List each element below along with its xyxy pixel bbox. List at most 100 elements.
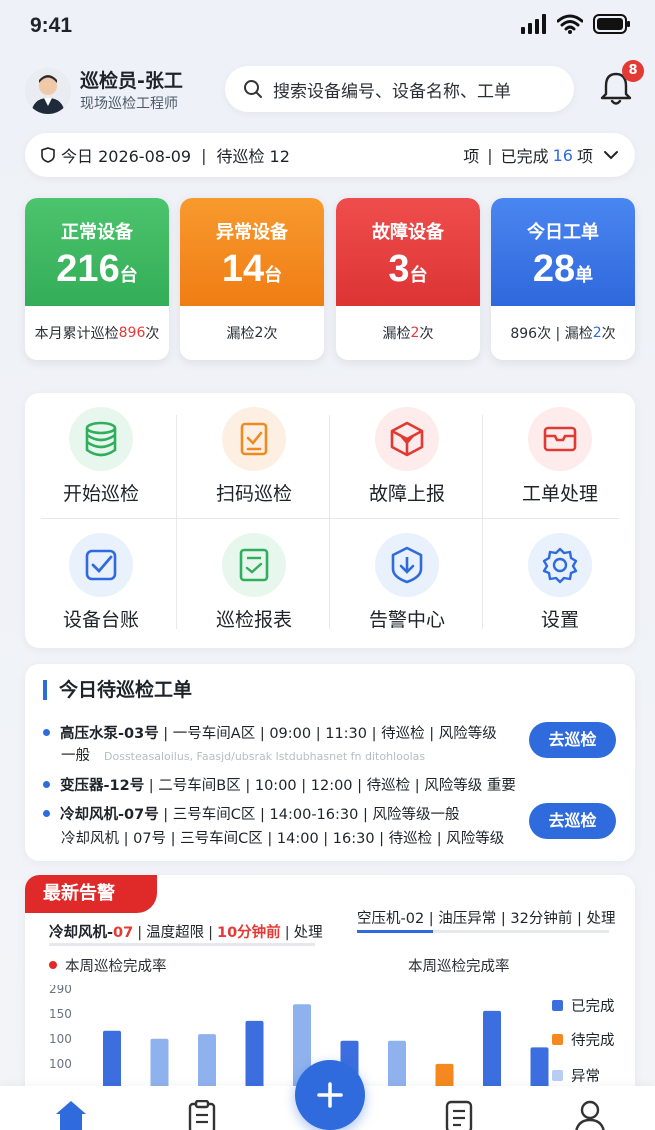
- today-tasks-card: 今日待巡检工单 高压水泵-03号 | 一号车间A区 | 09:00 | 11:3…: [25, 664, 635, 861]
- stat-footer: 本月累计巡检 896 次: [34, 325, 160, 342]
- stat-card-header: 今日工单 28单: [491, 198, 635, 306]
- clipboard-icon[interactable]: [186, 1100, 218, 1130]
- task-sub: 一般 Dossteasaloilus, Faasjd/ubsrak lstdubh…: [61, 748, 426, 764]
- alert-progress-bar: [357, 930, 609, 933]
- stat-value: 216台: [56, 248, 138, 290]
- y-tick-label: 150: [49, 1007, 72, 1021]
- report-icon: [222, 533, 286, 597]
- action-scan-inspection[interactable]: 扫码巡检: [178, 393, 330, 517]
- done-count: 16: [552, 145, 573, 165]
- alert-divider: [49, 943, 315, 946]
- divider: |: [201, 145, 207, 165]
- work-order-icon: [528, 407, 592, 471]
- y-tick-label: 290: [49, 985, 72, 996]
- go-inspect-button[interactable]: 去巡检: [529, 803, 616, 839]
- done-prefix: 已完成: [500, 147, 549, 166]
- alerts-title: 最新告警: [25, 875, 157, 913]
- legend-pending: 待完成: [552, 1029, 615, 1050]
- stat-title: 故障设备: [372, 222, 444, 243]
- search-icon: [244, 80, 262, 98]
- date-summary-bar[interactable]: 今日 2026-08-09 | 待巡检 12 项 | 已完成 16 项: [25, 133, 635, 177]
- action-fault-report[interactable]: 故障上报: [331, 393, 483, 517]
- database-icon: [69, 407, 133, 471]
- chart-right-label: 本周巡检完成率: [408, 959, 510, 975]
- action-label: 设备台账: [62, 609, 139, 631]
- search-placeholder: 搜索设备编号、设备名称、工单: [273, 81, 511, 102]
- task-item[interactable]: 高压水泵-03号 | 一号车间A区 | 09:00 | 11:30 | 待巡检 …: [43, 722, 497, 743]
- divider: |: [487, 145, 493, 165]
- action-start-inspection[interactable]: 开始巡检: [25, 393, 177, 517]
- battery-icon: [593, 14, 630, 34]
- chevron-down-icon: [604, 151, 618, 160]
- signal-icon: [521, 14, 546, 34]
- today-date: 今日 2026-08-09: [61, 147, 192, 166]
- task-item[interactable]: 冷却风机-07号 | 三号车间C区 | 14:00-16:30 | 风险等级一般: [43, 803, 459, 824]
- avatar[interactable]: [25, 68, 71, 114]
- user-icon[interactable]: [574, 1100, 606, 1130]
- action-alert-center[interactable]: 告警中心: [331, 519, 483, 643]
- stat-footer: 漏检 2次: [382, 325, 434, 342]
- stat-card-normal[interactable]: 正常设备 216台 本月累计巡检 896 次: [25, 198, 169, 360]
- action-device-ledger[interactable]: 设备台账: [25, 519, 177, 643]
- y-tick-label: 100: [49, 1032, 72, 1046]
- stat-title: 异常设备: [216, 222, 288, 243]
- add-button[interactable]: [295, 1060, 365, 1130]
- pending-unit: 项: [463, 147, 480, 166]
- stat-card-header: 故障设备 3台: [336, 198, 480, 306]
- alert-progress-fill: [357, 930, 433, 933]
- go-inspect-button[interactable]: 去巡检: [529, 722, 616, 758]
- task-item[interactable]: 变压器-12号 | 二号车间B区 | 10:00 | 12:00 | 待巡检 |…: [43, 774, 516, 795]
- stat-card-fault[interactable]: 故障设备 3台 漏检 2次: [336, 198, 480, 360]
- search-input[interactable]: 搜索设备编号、设备名称、工单: [225, 66, 574, 112]
- chart-bar: [483, 1010, 501, 1097]
- bullet-dot: [43, 780, 50, 788]
- bullet-dot: [43, 809, 50, 817]
- quick-actions-grid: 开始巡检 扫码巡检 故障上报 工单处理 设备台账 巡检报表 告警中心 设置: [25, 393, 635, 648]
- stat-title: 今日工单: [527, 222, 599, 243]
- action-inspection-report[interactable]: 巡检报表: [178, 519, 330, 643]
- alert-item-left[interactable]: 冷却风机-07 | 温度超限 | 10分钟前 | 处理: [49, 921, 323, 942]
- status-bar: 9:41: [0, 0, 655, 56]
- user-name: 巡检员-张工: [80, 70, 183, 92]
- action-label: 故障上报: [368, 483, 445, 505]
- scan-document-icon: [222, 407, 286, 471]
- stat-card-header: 正常设备 216台: [25, 198, 169, 306]
- stat-card-orders[interactable]: 今日工单 28单 896次 | 漏检 2次: [491, 198, 635, 360]
- bullet-dot: [43, 728, 50, 736]
- action-settings[interactable]: 设置: [484, 519, 636, 643]
- action-label: 工单处理: [521, 483, 598, 505]
- legend-done: 已完成: [552, 995, 615, 1016]
- header: 巡检员-张工 现场巡检工程师 搜索设备编号、设备名称、工单: [0, 60, 655, 120]
- alert-item-right[interactable]: 空压机-02 | 油压异常 | 32分钟前 | 处理: [357, 907, 615, 928]
- plus-icon: [317, 1082, 343, 1108]
- shield-icon: [41, 147, 55, 163]
- action-label: 设置: [540, 609, 579, 631]
- stat-value: 14台: [221, 248, 283, 290]
- action-work-order[interactable]: 工单处理: [484, 393, 636, 517]
- home-icon[interactable]: [52, 1098, 90, 1130]
- y-tick-label: 100: [49, 1057, 72, 1071]
- action-label: 告警中心: [368, 609, 445, 631]
- stat-value: 28单: [532, 248, 594, 290]
- list-icon[interactable]: [443, 1100, 475, 1130]
- stat-footer: 896次 | 漏检 2次: [510, 325, 616, 342]
- stat-value: 3台: [388, 248, 428, 290]
- action-label: 巡检报表: [215, 609, 292, 631]
- stat-card-header: 异常设备 14台: [180, 198, 324, 306]
- stat-title: 正常设备: [61, 222, 133, 243]
- action-label: 开始巡检: [62, 483, 139, 505]
- tasks-title: 今日待巡检工单: [43, 680, 192, 700]
- stat-card-abnormal[interactable]: 异常设备 14台 漏检 2次: [180, 198, 324, 360]
- wifi-icon: [557, 14, 583, 34]
- status-time: 9:41: [30, 14, 73, 37]
- gear-icon: [528, 533, 592, 597]
- notification-badge: 8: [622, 60, 644, 82]
- status-icons: [521, 14, 631, 34]
- done-unit: 项: [576, 147, 593, 166]
- pending-count: 待巡检 12: [216, 147, 290, 166]
- task-sub: 冷却风机 | 07号 | 三号车间C区 | 14:00 | 16:30 | 待巡…: [61, 831, 505, 847]
- box-report-icon: [375, 407, 439, 471]
- legend-abnormal: 异常: [552, 1065, 600, 1086]
- user-role: 现场巡检工程师: [80, 96, 178, 112]
- chart-left-label: 本周巡检完成率: [49, 955, 167, 976]
